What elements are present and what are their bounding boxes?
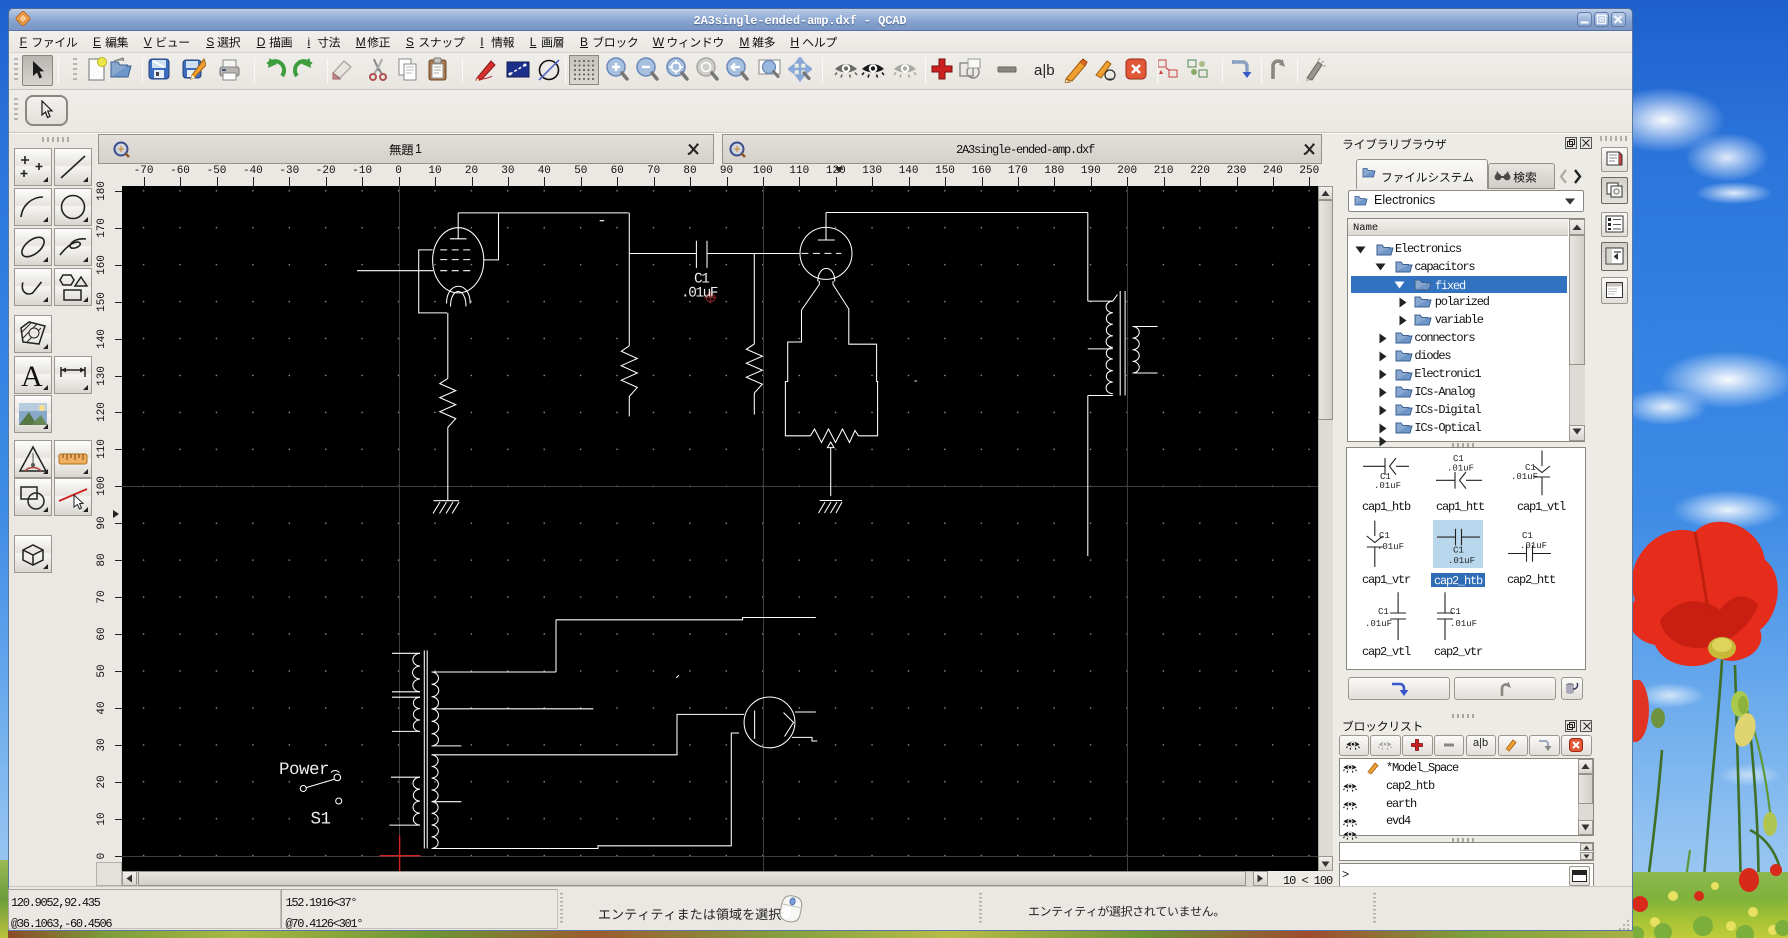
svg-text:A: A (21, 360, 43, 391)
svg-text:a|b: a|b (1034, 62, 1055, 79)
